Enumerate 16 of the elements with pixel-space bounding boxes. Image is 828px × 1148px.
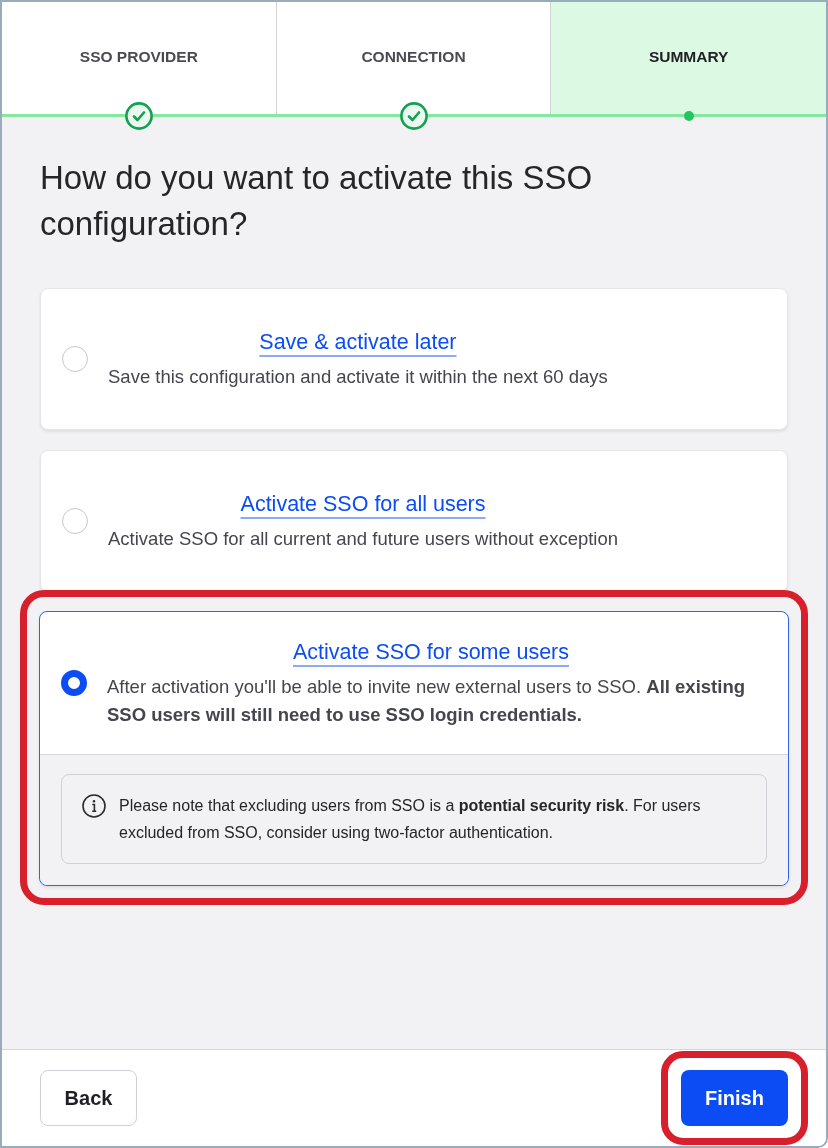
radio-button[interactable]	[61, 670, 87, 696]
option-title-link[interactable]: Save & activate later	[259, 327, 457, 357]
finish-button[interactable]: Finish	[681, 1070, 788, 1126]
option-card[interactable]	[39, 611, 789, 886]
option-description: Activate SSO for all current and future users without exception	[108, 527, 619, 551]
option-title-link[interactable]: Activate SSO for some users	[293, 637, 569, 667]
back-button[interactable]: Back	[40, 1070, 137, 1126]
question-heading: How do you want to activate this SSO configuration?	[40, 158, 594, 244]
option-title-link[interactable]: Activate SSO for all users	[240, 489, 486, 519]
notice-text: Please note that excluding users from SSO is a potential security risk. For users excluded from SSO, consider using two-factor authentication.	[119, 796, 702, 843]
step-tab[interactable]: SUMMARY	[551, 2, 826, 114]
option-card[interactable]: Activate SSO for all users Activate SSO for all current and future users without exception	[40, 450, 788, 592]
option-card[interactable]: Save & activate later Save this configuration and activate it within the next 60 days	[40, 288, 788, 430]
option-description: Save this configuration and activate it within the next 60 days	[108, 365, 608, 389]
info-icon	[82, 794, 106, 818]
option-description: After activation you'll be able to invite new external users to SSO. All existing SSO users will still need to use SSO login credentials.	[107, 675, 746, 727]
